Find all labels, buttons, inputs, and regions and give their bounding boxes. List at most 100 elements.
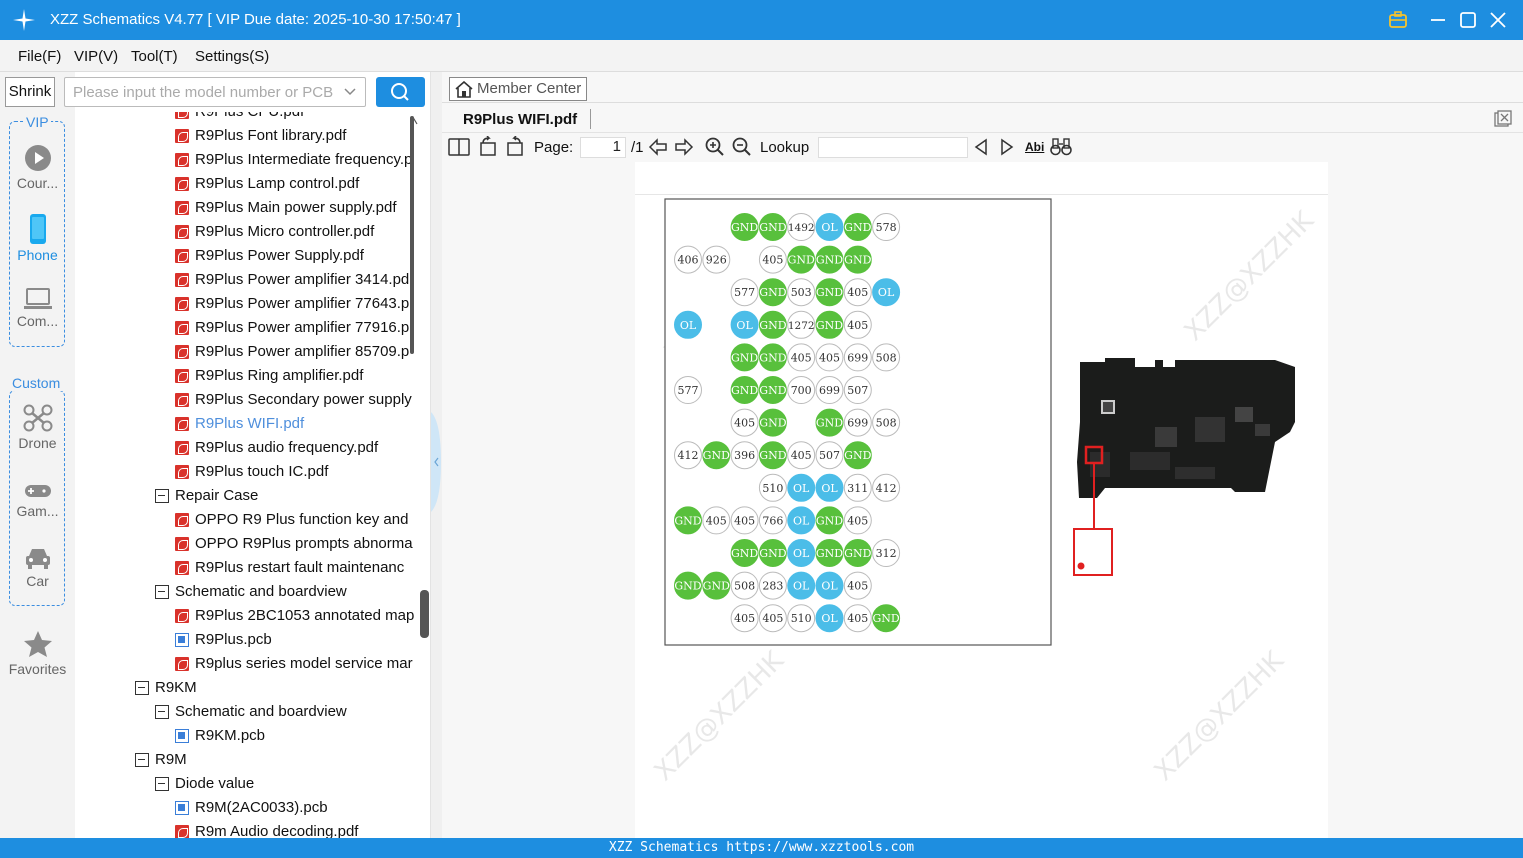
pad-value: GND	[731, 547, 758, 560]
member-center-button[interactable]: Member Center	[449, 77, 587, 101]
custom-label: Custom	[10, 375, 63, 391]
pad-value: GND	[759, 319, 786, 332]
rotate-left-icon[interactable]	[478, 136, 498, 156]
pad-value: 405	[762, 612, 783, 625]
collapse-icon[interactable]	[155, 489, 169, 503]
sidebar-item-courses[interactable]: Cour...	[0, 144, 75, 191]
pdf-file-icon	[175, 561, 189, 575]
vip-label: VIP	[24, 114, 51, 130]
board-image	[1077, 358, 1295, 498]
menu-vip[interactable]: VIP(V)	[74, 48, 118, 65]
pad-value: GND	[703, 449, 730, 462]
pad-value: 766	[762, 514, 783, 527]
collapse-icon[interactable]	[135, 753, 149, 767]
sidebar-item-drone[interactable]: Drone	[0, 404, 75, 451]
minimize-icon[interactable]	[1427, 9, 1449, 31]
collapse-icon[interactable]	[155, 777, 169, 791]
page-number-input[interactable]: 1	[580, 137, 626, 158]
drone-icon	[23, 404, 52, 432]
zoom-out-icon[interactable]	[732, 137, 752, 157]
pad-value: GND	[816, 286, 843, 299]
chevron-down-icon[interactable]	[343, 85, 357, 99]
menu-file[interactable]: File(F)	[18, 48, 61, 65]
tree-item-label: R9M(2AC0033).pcb	[195, 799, 328, 816]
pad-value: GND	[759, 351, 786, 364]
tree-item-label: R9Plus.pcb	[195, 631, 272, 648]
pdf-file-icon	[175, 537, 189, 551]
pad-value: 311	[847, 482, 868, 495]
collapse-icon[interactable]	[155, 705, 169, 719]
pad-value: 405	[847, 612, 868, 625]
split-view-icon[interactable]	[448, 137, 470, 157]
zoom-in-icon[interactable]	[705, 137, 725, 157]
tree-item-label: R9M	[155, 751, 187, 768]
pdf-file-icon	[175, 112, 189, 119]
tree-item-label: Schematic and boardview	[175, 583, 347, 600]
menu-tool[interactable]: Tool(T)	[131, 48, 178, 65]
tree-scrollbar[interactable]	[408, 112, 420, 838]
sidebar-item-label: Com...	[16, 313, 59, 329]
pad-value: 283	[762, 580, 783, 593]
pad-value: OL	[793, 514, 810, 527]
lookup-input[interactable]	[818, 137, 968, 158]
pad-value: GND	[759, 547, 786, 560]
pad-value: 405	[847, 319, 868, 332]
pdf-file-icon	[175, 177, 189, 191]
pdf-file-icon	[175, 297, 189, 311]
pad-value: GND	[731, 221, 758, 234]
sidebar-item-games[interactable]: Gam...	[0, 482, 75, 519]
find-prev-icon[interactable]	[973, 138, 989, 156]
search-button[interactable]	[376, 77, 425, 107]
pad-value: GND	[759, 221, 786, 234]
sidebar-item-phone[interactable]: Phone	[0, 214, 75, 263]
pane-splitter[interactable]	[430, 72, 442, 838]
tree-item-label: R9Plus Main power supply.pdf	[195, 199, 397, 216]
search-input[interactable]	[65, 78, 335, 106]
tree-item-label: R9Plus Secondary power supply	[195, 391, 412, 408]
tree-item-label: R9Plus Font library.pdf	[195, 127, 347, 144]
pdf-file-icon	[175, 249, 189, 263]
menu-settings[interactable]: Settings(S)	[195, 48, 269, 65]
rotate-right-icon[interactable]	[505, 136, 525, 156]
pdf-file-icon	[175, 417, 189, 431]
pad-value: 1272	[788, 320, 815, 332]
next-page-icon[interactable]	[674, 137, 694, 157]
collapse-icon[interactable]	[135, 681, 149, 695]
tab-document[interactable]: R9Plus WIFI.pdf	[450, 107, 591, 132]
close-tab-icon[interactable]	[1494, 110, 1512, 128]
star-icon	[23, 631, 52, 657]
match-case-toggle[interactable]: Abi	[1025, 140, 1044, 154]
pad-value: 508	[734, 580, 755, 593]
binoculars-icon[interactable]	[1050, 138, 1072, 156]
outer-scroll-thumb[interactable]	[420, 590, 429, 638]
close-icon[interactable]	[1487, 9, 1509, 31]
pdf-file-icon	[175, 153, 189, 167]
pad-value: OL	[736, 319, 753, 332]
sidebar-item-favorites[interactable]: Favorites	[0, 630, 75, 677]
pad-value: GND	[703, 580, 730, 593]
sidebar-item-label: Gam...	[16, 503, 59, 519]
pad-value: GND	[816, 319, 843, 332]
laptop-icon	[23, 288, 52, 309]
prev-page-icon[interactable]	[648, 137, 668, 157]
search-box	[64, 77, 366, 107]
play-icon	[24, 145, 51, 171]
pad-value: 405	[734, 612, 755, 625]
pdf-file-icon	[175, 201, 189, 215]
sidebar-item-label: Car	[26, 573, 49, 589]
shrink-button[interactable]: Shrink	[5, 77, 55, 107]
briefcase-icon[interactable]	[1387, 9, 1409, 31]
collapse-icon[interactable]	[155, 585, 169, 599]
maximize-icon[interactable]	[1457, 9, 1479, 31]
sidebar-item-computer[interactable]: Com...	[0, 288, 75, 329]
tree-item-label: R9Plus CPU.pdf	[195, 112, 304, 124]
document-page: XZZ@XZZHKXZZ@XZZHKXZZ@XZZHKXZZ@XZZHK GND…	[635, 162, 1328, 838]
find-next-icon[interactable]	[999, 138, 1015, 156]
pad-value: 699	[847, 351, 868, 364]
pad-value: 405	[847, 286, 868, 299]
sidebar-item-car[interactable]: Car	[0, 546, 75, 589]
tree-item-label: R9Plus 2BC1053 annotated map	[195, 607, 415, 624]
title-bar: XZZ Schematics V4.77 [ VIP Due date: 202…	[0, 0, 1523, 40]
pad-value: 510	[762, 482, 783, 495]
home-icon	[455, 81, 473, 98]
